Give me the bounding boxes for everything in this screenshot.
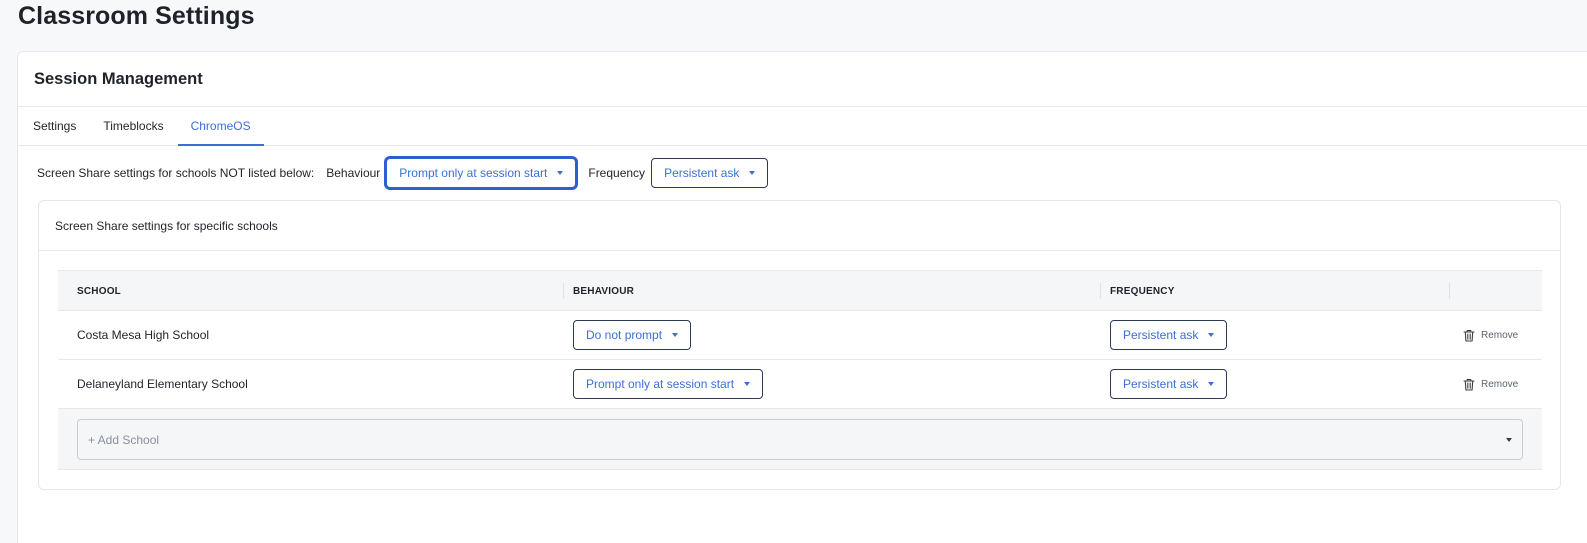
chevron-down-icon xyxy=(1208,382,1215,386)
column-divider xyxy=(563,283,564,299)
page-title: Classroom Settings xyxy=(18,2,255,30)
tab-settings[interactable]: Settings xyxy=(20,107,89,145)
remove-label: Remove xyxy=(1481,378,1519,390)
chevron-down-icon xyxy=(672,333,679,337)
add-school-placeholder: + Add School xyxy=(88,432,160,447)
row-frequency-value: Persistent ask xyxy=(1123,377,1199,391)
card-title: Session Management xyxy=(34,69,203,88)
tab-timeblocks[interactable]: Timeblocks xyxy=(90,107,176,145)
chevron-down-icon xyxy=(1506,438,1512,442)
column-divider xyxy=(1449,283,1450,299)
tab-bar: Settings Timeblocks ChromeOS xyxy=(18,107,1587,146)
remove-label: Remove xyxy=(1481,329,1519,341)
remove-button[interactable]: Remove xyxy=(1463,329,1518,342)
tab-chromeos[interactable]: ChromeOS xyxy=(177,107,264,146)
chevron-down-icon xyxy=(744,382,751,386)
column-header-behaviour: BEHAVIOUR xyxy=(573,285,635,297)
frequency-label: Frequency xyxy=(588,166,646,180)
default-frequency-select[interactable]: Persistent ask xyxy=(651,158,769,188)
row-frequency-value: Persistent ask xyxy=(1123,328,1199,342)
column-header-school: SCHOOL xyxy=(77,285,121,297)
row-frequency-select[interactable]: Persistent ask xyxy=(1110,320,1228,350)
school-name: Costa Mesa High School xyxy=(77,328,210,342)
chevron-down-icon xyxy=(1208,333,1215,337)
default-behaviour-value: Prompt only at session start xyxy=(399,166,548,180)
column-header-frequency: FREQUENCY xyxy=(1110,285,1175,297)
row-behaviour-select[interactable]: Do not prompt xyxy=(573,320,692,350)
row-behaviour-select[interactable]: Prompt only at session start xyxy=(573,369,764,399)
chevron-down-icon xyxy=(557,171,564,175)
trash-icon xyxy=(1463,329,1475,342)
chevron-down-icon xyxy=(749,171,756,175)
card-header: Session Management xyxy=(18,52,1587,107)
school-name: Delaneyland Elementary School xyxy=(77,377,248,391)
column-divider xyxy=(1100,283,1101,299)
session-management-card: Session Management Settings Timeblocks C… xyxy=(17,51,1587,543)
add-school-row: + Add School xyxy=(58,409,1542,470)
table-header: SCHOOL BEHAVIOUR FREQUENCY xyxy=(58,270,1542,311)
specific-schools-card: Screen Share settings for specific schoo… xyxy=(38,200,1561,490)
schools-table: SCHOOL BEHAVIOUR FREQUENCY Costa Mesa Hi… xyxy=(58,270,1542,470)
row-behaviour-value: Prompt only at session start xyxy=(586,377,735,391)
row-behaviour-value: Do not prompt xyxy=(586,328,663,342)
specific-schools-title: Screen Share settings for specific schoo… xyxy=(39,201,1560,251)
behaviour-label: Behaviour xyxy=(326,166,381,180)
trash-icon xyxy=(1463,378,1475,391)
remove-button[interactable]: Remove xyxy=(1463,378,1518,391)
table-row: Costa Mesa High School Do not prompt Per… xyxy=(58,311,1542,360)
add-school-select[interactable]: + Add School xyxy=(77,419,1523,460)
table-row: Delaneyland Elementary School Prompt onl… xyxy=(58,360,1542,409)
row-frequency-select[interactable]: Persistent ask xyxy=(1110,369,1228,399)
default-frequency-value: Persistent ask xyxy=(664,166,740,180)
default-behaviour-select[interactable]: Prompt only at session start xyxy=(386,158,577,188)
default-settings-description: Screen Share settings for schools NOT li… xyxy=(37,166,315,180)
default-screen-share-settings: Screen Share settings for schools NOT li… xyxy=(37,158,769,188)
